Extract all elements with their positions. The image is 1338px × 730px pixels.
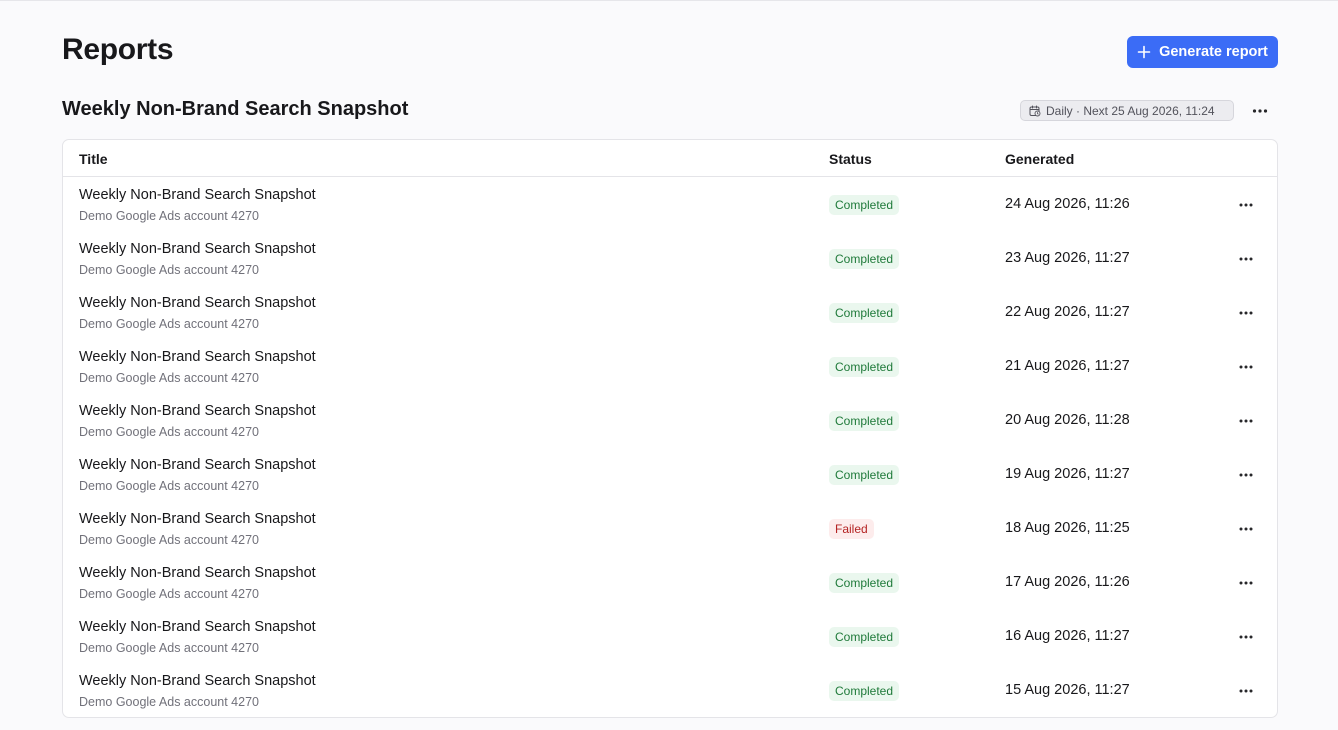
top-divider <box>0 0 1338 1</box>
row-more-button[interactable] <box>1235 194 1257 216</box>
row-more-button[interactable] <box>1235 356 1257 378</box>
column-header-title: Title <box>79 151 108 167</box>
generated-date: 20 Aug 2026, 11:28 <box>1005 412 1130 428</box>
report-title[interactable]: Weekly Non-Brand Search Snapshot <box>79 349 316 365</box>
report-account: Demo Google Ads account 4270 <box>79 641 259 655</box>
report-account: Demo Google Ads account 4270 <box>79 425 259 439</box>
row-more-button[interactable] <box>1235 410 1257 432</box>
table-row[interactable]: Weekly Non-Brand Search Snapshot Demo Goo… <box>63 556 1277 610</box>
status-badge: Completed <box>829 357 900 377</box>
table-row[interactable]: Weekly Non-Brand Search Snapshot Demo Goo… <box>63 340 1277 394</box>
more-horizontal-icon <box>1239 203 1253 207</box>
table-header: Title Status Generated <box>63 140 1277 177</box>
generated-date: 23 Aug 2026, 11:27 <box>1005 250 1130 266</box>
status-badge: Completed <box>829 249 900 269</box>
report-account: Demo Google Ads account 4270 <box>79 587 259 601</box>
row-more-button[interactable] <box>1235 572 1257 594</box>
table-row[interactable]: Weekly Non-Brand Search Snapshot Demo Goo… <box>63 448 1277 502</box>
generated-date: 15 Aug 2026, 11:27 <box>1005 682 1130 698</box>
row-more-button[interactable] <box>1235 302 1257 324</box>
report-title[interactable]: Weekly Non-Brand Search Snapshot <box>79 457 316 473</box>
page-header: Reports Generate report <box>62 32 1278 72</box>
report-title[interactable]: Weekly Non-Brand Search Snapshot <box>79 619 316 635</box>
plus-icon <box>1137 45 1151 59</box>
more-horizontal-icon <box>1239 527 1253 531</box>
table-row[interactable]: Weekly Non-Brand Search Snapshot Demo Goo… <box>63 232 1277 286</box>
row-more-button[interactable] <box>1235 626 1257 648</box>
generated-date: 19 Aug 2026, 11:27 <box>1005 466 1130 482</box>
generate-report-button[interactable]: Generate report <box>1127 36 1278 68</box>
generate-report-label: Generate report <box>1159 44 1268 60</box>
more-horizontal-icon <box>1239 635 1253 639</box>
more-horizontal-icon <box>1239 257 1253 261</box>
row-more-button[interactable] <box>1235 248 1257 270</box>
report-account: Demo Google Ads account 4270 <box>79 479 259 493</box>
table-row[interactable]: Weekly Non-Brand Search Snapshot Demo Goo… <box>63 178 1277 232</box>
report-account: Demo Google Ads account 4270 <box>79 209 259 223</box>
report-title[interactable]: Weekly Non-Brand Search Snapshot <box>79 511 316 527</box>
more-horizontal-icon <box>1239 689 1253 693</box>
section-more-button[interactable] <box>1248 100 1272 122</box>
report-account: Demo Google Ads account 4270 <box>79 371 259 385</box>
report-title[interactable]: Weekly Non-Brand Search Snapshot <box>79 295 316 311</box>
section-header: Weekly Non-Brand Search Snapshot Daily ·… <box>62 98 1278 124</box>
reports-table: Title Status Generated Weekly Non-Brand … <box>62 139 1278 718</box>
report-title[interactable]: Weekly Non-Brand Search Snapshot <box>79 403 316 419</box>
table-row[interactable]: Weekly Non-Brand Search Snapshot Demo Goo… <box>63 664 1277 717</box>
status-badge: Completed <box>829 195 900 215</box>
report-account: Demo Google Ads account 4270 <box>79 695 259 709</box>
more-horizontal-icon <box>1239 419 1253 423</box>
table-row[interactable]: Weekly Non-Brand Search Snapshot Demo Goo… <box>63 610 1277 664</box>
more-horizontal-icon <box>1239 311 1253 315</box>
more-horizontal-icon <box>1239 365 1253 369</box>
status-badge: Completed <box>829 411 900 431</box>
column-header-generated: Generated <box>1005 151 1075 167</box>
section-title: Weekly Non-Brand Search Snapshot <box>62 98 409 120</box>
status-badge: Completed <box>829 681 900 701</box>
generated-date: 24 Aug 2026, 11:26 <box>1005 196 1130 212</box>
table-row[interactable]: Weekly Non-Brand Search Snapshot Demo Goo… <box>63 394 1277 448</box>
schedule-badge[interactable]: Daily · Next 25 Aug 2026, 11:24 <box>1020 100 1234 121</box>
row-more-button[interactable] <box>1235 464 1257 486</box>
status-badge: Completed <box>829 627 900 647</box>
more-horizontal-icon <box>1239 581 1253 585</box>
status-badge: Completed <box>829 573 900 593</box>
table-row[interactable]: Weekly Non-Brand Search Snapshot Demo Goo… <box>63 502 1277 556</box>
generated-date: 18 Aug 2026, 11:25 <box>1005 520 1130 536</box>
status-badge: Failed <box>829 519 874 539</box>
status-badge: Completed <box>829 465 900 485</box>
generated-date: 22 Aug 2026, 11:27 <box>1005 304 1130 320</box>
report-account: Demo Google Ads account 4270 <box>79 317 259 331</box>
status-badge: Completed <box>829 303 900 323</box>
report-account: Demo Google Ads account 4270 <box>79 533 259 547</box>
report-account: Demo Google Ads account 4270 <box>79 263 259 277</box>
column-header-status: Status <box>829 151 872 167</box>
report-title[interactable]: Weekly Non-Brand Search Snapshot <box>79 241 316 257</box>
report-title[interactable]: Weekly Non-Brand Search Snapshot <box>79 673 316 689</box>
schedule-text: Daily · Next 25 Aug 2026, 11:24 <box>1046 103 1215 118</box>
generated-date: 16 Aug 2026, 11:27 <box>1005 628 1130 644</box>
page-title: Reports <box>62 33 174 66</box>
table-row[interactable]: Weekly Non-Brand Search Snapshot Demo Goo… <box>63 286 1277 340</box>
more-horizontal-icon <box>1252 109 1268 113</box>
row-more-button[interactable] <box>1235 518 1257 540</box>
calendar-clock-icon <box>1029 105 1041 116</box>
generated-date: 21 Aug 2026, 11:27 <box>1005 358 1130 374</box>
generated-date: 17 Aug 2026, 11:26 <box>1005 574 1130 590</box>
report-title[interactable]: Weekly Non-Brand Search Snapshot <box>79 565 316 581</box>
row-more-button[interactable] <box>1235 680 1257 702</box>
more-horizontal-icon <box>1239 473 1253 477</box>
report-title[interactable]: Weekly Non-Brand Search Snapshot <box>79 187 316 203</box>
